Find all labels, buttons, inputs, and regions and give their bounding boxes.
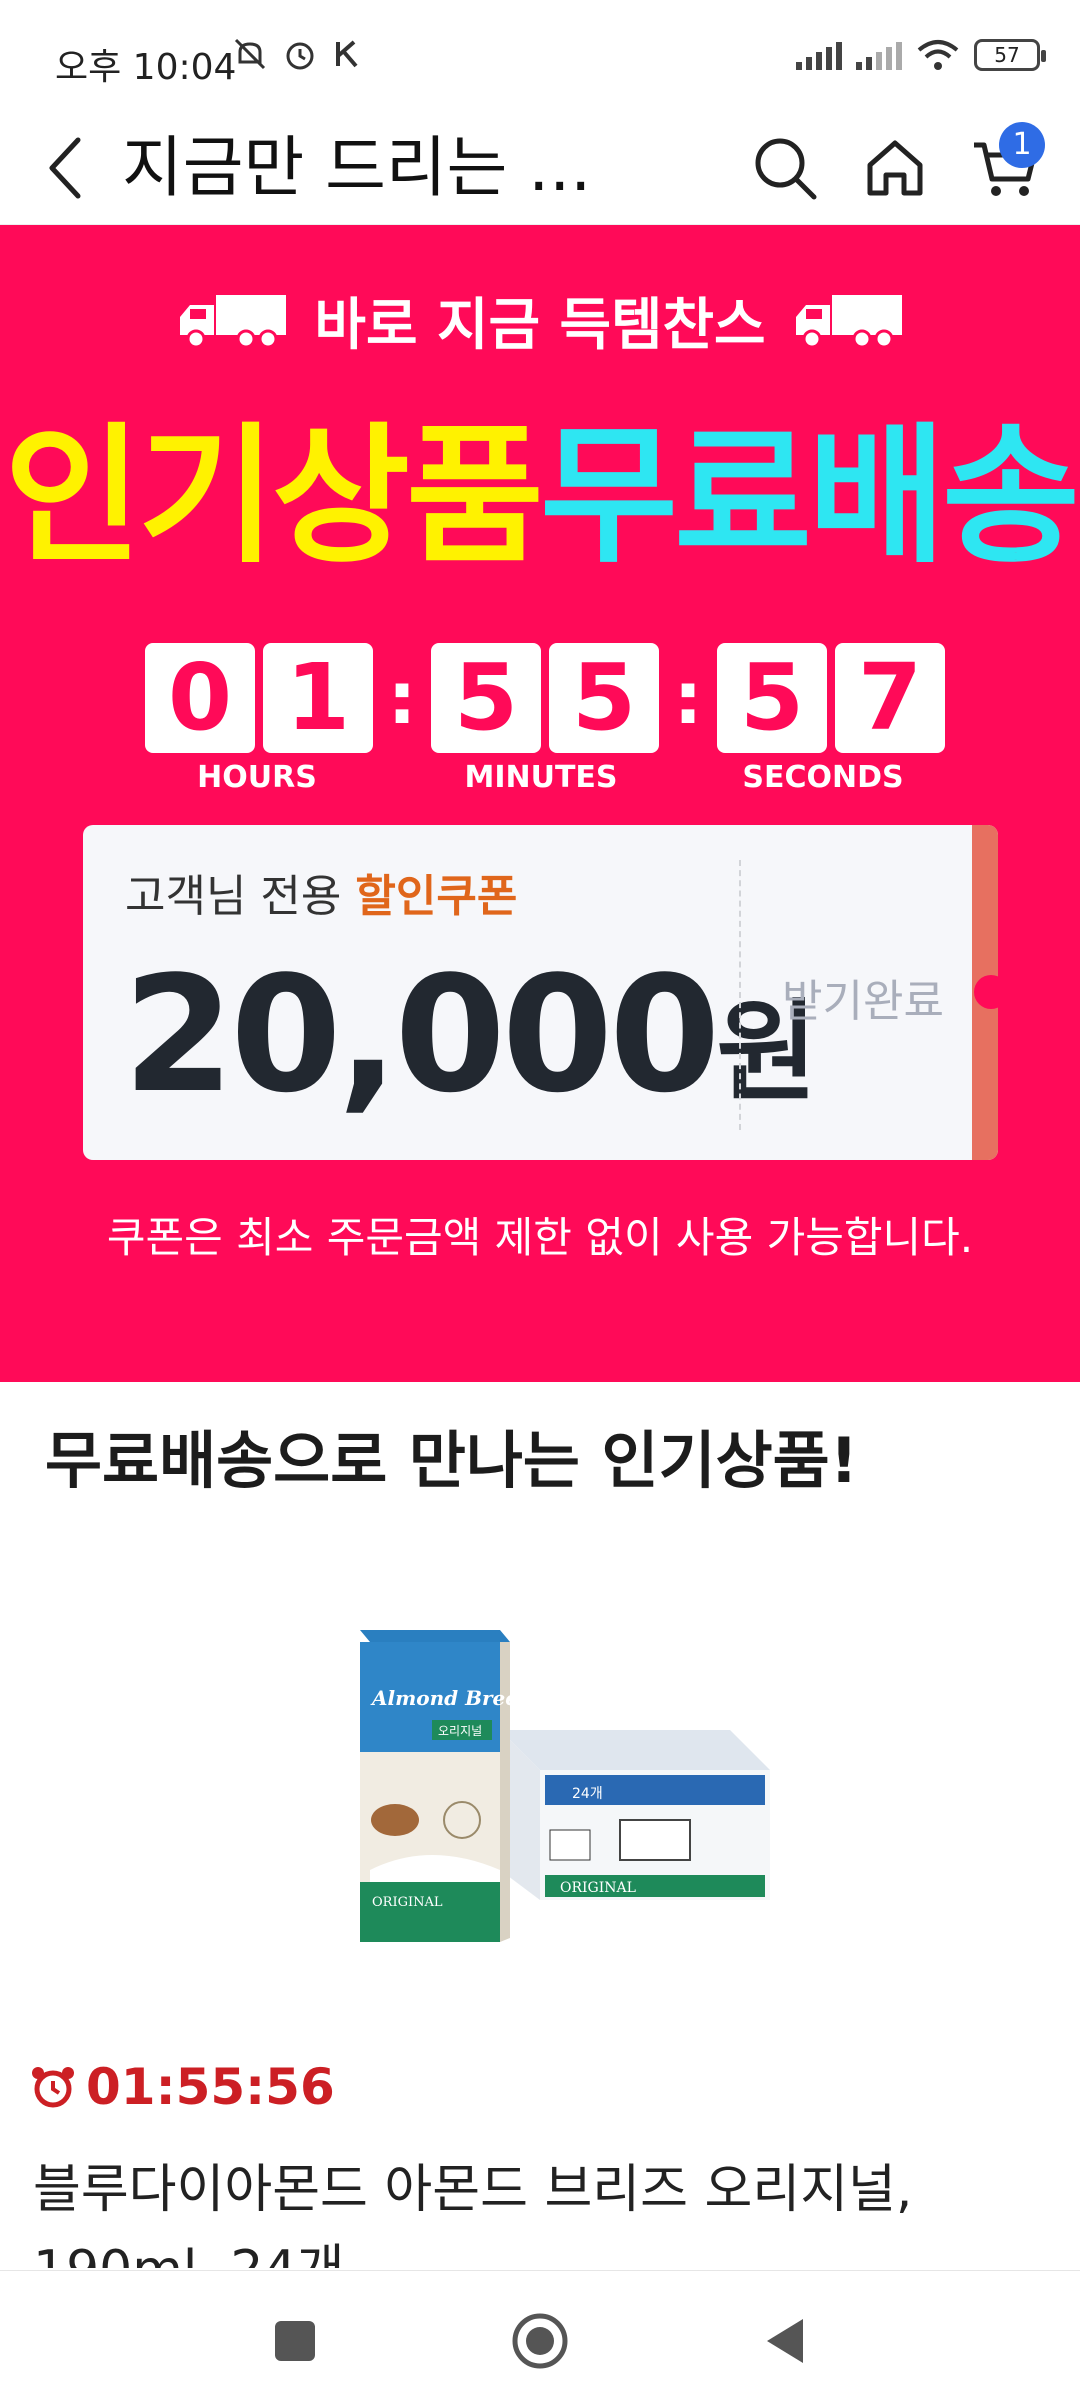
coupon-subtitle-highlight: 할인쿠폰 — [355, 871, 518, 922]
search-button[interactable] — [745, 128, 825, 208]
recents-button[interactable] — [255, 2301, 335, 2381]
product-image-count: 24개 — [572, 1786, 603, 1802]
banner-headline: 인기상품무료배송 — [0, 375, 1080, 592]
coupon-divider — [739, 860, 741, 1130]
countdown-digit: 5 — [549, 642, 659, 753]
product-image-brand: Almond Breeze — [370, 1686, 542, 1710]
signal-icon-2 — [856, 40, 902, 70]
product-timer-text: 01:55:56 — [86, 2058, 335, 2116]
page-title: 지금만 드리는 ... — [122, 129, 592, 206]
back-icon — [49, 137, 81, 199]
home-nav-button[interactable] — [500, 2301, 580, 2381]
status-time: 오후 10:04 — [55, 47, 237, 88]
countdown-digit: 7 — [835, 642, 945, 753]
cart-button[interactable]: 1 — [965, 122, 1045, 208]
back-button[interactable] — [36, 128, 96, 208]
countdown-digit: 1 — [263, 642, 373, 753]
product-image-variant-small: ORIGINAL — [372, 1895, 443, 1910]
alarm-clock-icon — [32, 2067, 74, 2108]
banner-subtitle-row: 바로 지금 득템찬스 — [0, 280, 1080, 361]
system-nav-bar — [0, 2270, 1080, 2400]
promo-banner: 바로 지금 득템찬스 인기상품무료배송 0 1 : 5 5 : 5 7 HOUR… — [0, 225, 1080, 1382]
countdown-minutes-label: MINUTES — [464, 760, 618, 795]
alarm-icon — [286, 42, 314, 70]
signal-k-icon — [336, 40, 358, 68]
back-nav-icon — [767, 2319, 803, 2363]
truck-icon — [180, 294, 287, 348]
coupon-status: 받기완료 — [782, 976, 944, 1027]
signal-icon — [796, 40, 842, 70]
truck-icon — [795, 294, 902, 348]
coupon-amount: 20,000원 — [123, 940, 818, 1147]
countdown-hours-label: HOURS — [197, 760, 317, 795]
product-image-variant: ORIGINAL — [560, 1880, 636, 1896]
mute-icon — [234, 38, 266, 70]
recents-icon — [275, 2321, 315, 2361]
coupon-note: 쿠폰은 최소 주문금액 제한 없이 사용 가능합니다. — [106, 1213, 974, 1262]
product-image[interactable]: ORIGINAL 24개 Almond Breeze 오리지널 ORIGINAL — [350, 1620, 770, 1960]
home-icon — [867, 140, 923, 196]
product-name[interactable]: 블루다이아몬드 아몬드 브리즈 오리지널, 190ml, 24개 — [33, 2150, 1033, 2268]
home-button[interactable] — [855, 128, 935, 208]
product-image-flavor: 오리지널 — [438, 1724, 482, 1738]
coupon-amount-value: 20,000 — [123, 941, 720, 1128]
banner-subtitle: 바로 지금 득템찬스 — [314, 293, 766, 358]
cart-count-badge: 1 — [999, 122, 1045, 168]
battery-icon: 57 — [974, 39, 1046, 71]
app-header: 지금만 드리는 ... 1 — [0, 110, 1080, 225]
home-nav-icon — [512, 2313, 568, 2369]
status-icons-left — [232, 36, 362, 72]
countdown-separator: : — [673, 655, 703, 740]
coupon-subtitle-prefix: 고객님 전용 — [125, 871, 342, 922]
status-bar: 오후 10:04 57 — [0, 0, 1080, 110]
countdown-separator: : — [387, 655, 417, 740]
status-right: 57 — [796, 38, 1046, 72]
countdown-digit: 0 — [145, 642, 255, 753]
wifi-icon — [917, 40, 959, 70]
product-timer: 01:55:56 — [30, 2058, 335, 2116]
countdown-digit: 5 — [431, 642, 541, 753]
countdown-seconds-label: SECONDS — [742, 760, 904, 795]
countdown-digit: 5 — [717, 642, 827, 753]
headline-part2: 무료배송 — [540, 410, 1080, 584]
search-icon — [755, 138, 817, 200]
countdown-timer: 0 1 : 5 5 : 5 7 — [145, 640, 953, 755]
back-nav-button[interactable] — [745, 2301, 825, 2381]
section-title: 무료배송으로 만나는 인기상품! — [45, 1424, 858, 1497]
discount-coupon[interactable]: 고객님 전용 할인쿠폰 20,000원 받기완료 — [83, 825, 998, 1160]
headline-part1: 인기상품 — [3, 410, 544, 584]
coupon-subtitle: 고객님 전용 할인쿠폰 — [125, 860, 517, 924]
